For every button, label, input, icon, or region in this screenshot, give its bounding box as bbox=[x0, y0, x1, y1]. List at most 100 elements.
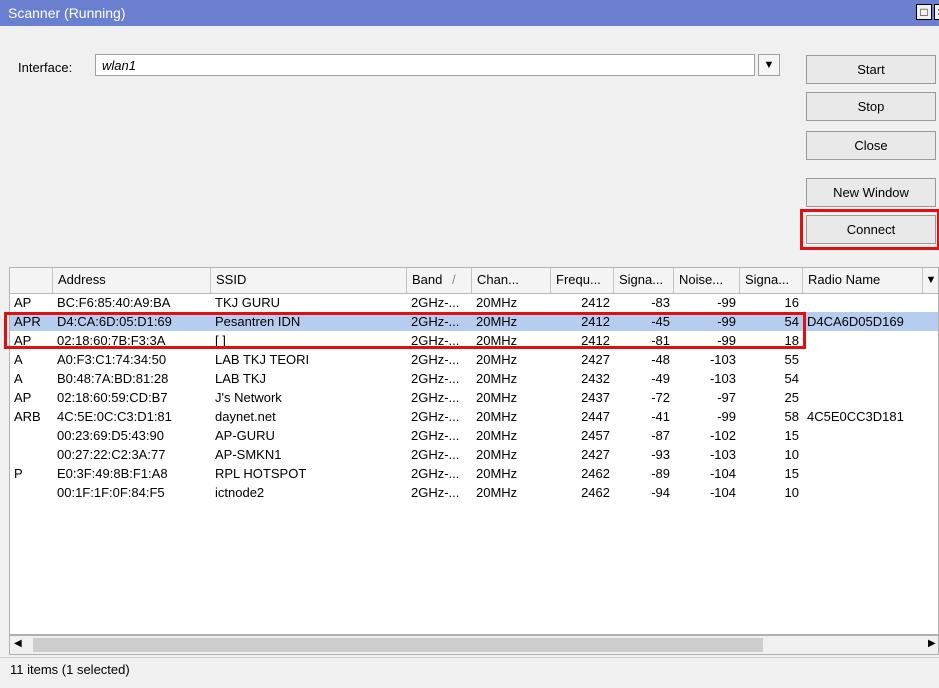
cell-channel: 20MHz bbox=[476, 352, 518, 367]
col-noise[interactable]: Noise... bbox=[674, 268, 740, 293]
connect-highlight bbox=[800, 209, 939, 250]
cell-address: E0:3F:49:8B:F1:A8 bbox=[57, 466, 168, 481]
cell-flags: P bbox=[14, 466, 23, 481]
table-header: Address SSID Band / Chan... Frequ... Sig… bbox=[10, 268, 938, 294]
cell-snr: 15 bbox=[784, 428, 799, 443]
cell-frequency: 2462 bbox=[581, 466, 610, 481]
title-bar[interactable]: Scanner (Running) □ × bbox=[0, 0, 939, 26]
cell-ssid: TKJ GURU bbox=[215, 295, 280, 310]
cell-radio-name bbox=[803, 464, 938, 483]
cell-noise: -99 bbox=[717, 295, 736, 310]
cell-band: 2GHz-... bbox=[411, 447, 460, 462]
cell-signal: -72 bbox=[651, 390, 670, 405]
cell-channel: 20MHz bbox=[476, 390, 518, 405]
horizontal-scrollbar[interactable]: ◀ ▶ bbox=[9, 635, 939, 655]
cell-frequency: 2412 bbox=[581, 295, 610, 310]
cell-radio-name bbox=[803, 331, 938, 350]
cell-radio-name bbox=[803, 426, 938, 445]
close-button[interactable]: Close bbox=[806, 131, 936, 160]
cell-radio-name: D4CA6D05D169 bbox=[807, 314, 904, 329]
scroll-right-icon[interactable]: ▶ bbox=[928, 638, 936, 649]
cell-frequency: 2447 bbox=[581, 409, 610, 424]
cell-ssid: LAB TKJ bbox=[215, 371, 267, 386]
cell-channel: 20MHz bbox=[476, 295, 518, 310]
cell-address: A0:F3:C1:74:34:50 bbox=[57, 352, 167, 367]
status-bar bbox=[0, 657, 939, 688]
scanner-window: Scanner (Running) □ × Interface: wlan1 ▼… bbox=[0, 0, 939, 688]
col-radio-name[interactable]: Radio Name bbox=[803, 268, 923, 293]
sort-icon: / bbox=[452, 272, 456, 287]
table-row[interactable]: ARB 4C:5E:0C:C3:D1:81 daynet.net 2GHz-... 20… bbox=[10, 407, 938, 426]
cell-signal: -49 bbox=[651, 371, 670, 386]
scroll-left-icon[interactable]: ◀ bbox=[14, 638, 22, 649]
cell-noise: -103 bbox=[709, 371, 736, 386]
col-band-label: Band bbox=[412, 272, 443, 287]
cell-band: 2GHz-... bbox=[411, 390, 460, 405]
col-ssid[interactable]: SSID bbox=[211, 268, 407, 293]
table-row[interactable]: AP BC:F6:85:40:A9:BA TKJ GURU 2GHz-... 20MHz… bbox=[10, 293, 938, 312]
col-flags[interactable] bbox=[10, 268, 53, 293]
cell-snr: 25 bbox=[784, 390, 799, 405]
cell-snr: 15 bbox=[784, 466, 799, 481]
col-signal[interactable]: Signa... bbox=[614, 268, 674, 293]
table-row[interactable]: A B0:48:7A:BD:81:28 LAB TKJ 2GHz-... 20MHz 24… bbox=[10, 369, 938, 388]
cell-band: 2GHz-... bbox=[411, 428, 460, 443]
new-window-button[interactable]: New Window bbox=[806, 178, 936, 207]
cell-frequency: 2437 bbox=[581, 390, 610, 405]
col-channel[interactable]: Chan... bbox=[472, 268, 551, 293]
cell-address: 02:18:60:59:CD:B7 bbox=[57, 390, 168, 405]
cell-snr: 10 bbox=[784, 447, 799, 462]
column-menu-icon[interactable]: ▼ bbox=[923, 268, 938, 293]
cell-address: 4C:5E:0C:C3:D1:81 bbox=[57, 409, 172, 424]
cell-band: 2GHz-... bbox=[411, 485, 460, 500]
cell-address: 00:1F:1F:0F:84:F5 bbox=[57, 485, 165, 500]
col-snr[interactable]: Signa... bbox=[740, 268, 803, 293]
cell-signal: -48 bbox=[651, 352, 670, 367]
close-icon[interactable]: × bbox=[934, 4, 939, 20]
cell-frequency: 2432 bbox=[581, 371, 610, 386]
cell-band: 2GHz-... bbox=[411, 371, 460, 386]
cell-ssid: RPL HOTSPOT bbox=[215, 466, 307, 481]
table-row[interactable]: 00:1F:1F:0F:84:F5 ictnode2 2GHz-... 20MHz 24… bbox=[10, 483, 938, 502]
interface-select[interactable]: wlan1 bbox=[95, 54, 755, 76]
cell-noise: -104 bbox=[709, 466, 736, 481]
cell-signal: -93 bbox=[651, 447, 670, 462]
cell-ssid: daynet.net bbox=[215, 409, 276, 424]
scrollbar-thumb[interactable] bbox=[33, 638, 763, 652]
cell-frequency: 2427 bbox=[581, 447, 610, 462]
col-band[interactable]: Band / bbox=[407, 268, 472, 293]
stop-button[interactable]: Stop bbox=[806, 92, 936, 121]
start-button[interactable]: Start bbox=[806, 55, 936, 84]
cell-radio-name bbox=[803, 350, 938, 369]
table-row[interactable]: P E0:3F:49:8B:F1:A8 RPL HOTSPOT 2GHz-... 20M… bbox=[10, 464, 938, 483]
table-row[interactable]: AP 02:18:60:59:CD:B7 J's Network 2GHz-... 20… bbox=[10, 388, 938, 407]
status-text: 11 items (1 selected) bbox=[10, 662, 130, 677]
cell-ssid: J's Network bbox=[215, 390, 282, 405]
cell-noise: -97 bbox=[717, 390, 736, 405]
cell-radio-name bbox=[803, 388, 938, 407]
cell-channel: 20MHz bbox=[476, 371, 518, 386]
cell-channel: 20MHz bbox=[476, 428, 518, 443]
table-row[interactable]: 00:27:22:C2:3A:77 AP-SMKN1 2GHz-... 20MHz 24… bbox=[10, 445, 938, 464]
window-title: Scanner (Running) bbox=[8, 5, 126, 21]
cell-band: 2GHz-... bbox=[411, 409, 460, 424]
cell-address: BC:F6:85:40:A9:BA bbox=[57, 295, 171, 310]
cell-signal: -89 bbox=[651, 466, 670, 481]
cell-band: 2GHz-... bbox=[411, 352, 460, 367]
cell-snr: 58 bbox=[784, 409, 799, 424]
table-row[interactable]: 00:23:69:D5:43:90 AP-GURU 2GHz-... 20MHz 245… bbox=[10, 426, 938, 445]
col-address[interactable]: Address bbox=[53, 268, 211, 293]
cell-snr: 54 bbox=[784, 371, 799, 386]
cell-ssid: AP-SMKN1 bbox=[215, 447, 282, 462]
chevron-down-icon[interactable]: ▼ bbox=[758, 54, 780, 76]
cell-frequency: 2462 bbox=[581, 485, 610, 500]
cell-ssid: ictnode2 bbox=[215, 485, 265, 500]
restore-icon[interactable]: □ bbox=[916, 4, 932, 20]
cell-channel: 20MHz bbox=[476, 409, 518, 424]
cell-band: 2GHz-... bbox=[411, 295, 460, 310]
col-frequency[interactable]: Frequ... bbox=[551, 268, 614, 293]
cell-band: 2GHz-... bbox=[411, 466, 460, 481]
table-row[interactable]: A A0:F3:C1:74:34:50 LAB TKJ TEORI 2GHz-... 2… bbox=[10, 350, 938, 369]
cell-flags: ARB bbox=[14, 409, 41, 424]
cell-frequency: 2427 bbox=[581, 352, 610, 367]
